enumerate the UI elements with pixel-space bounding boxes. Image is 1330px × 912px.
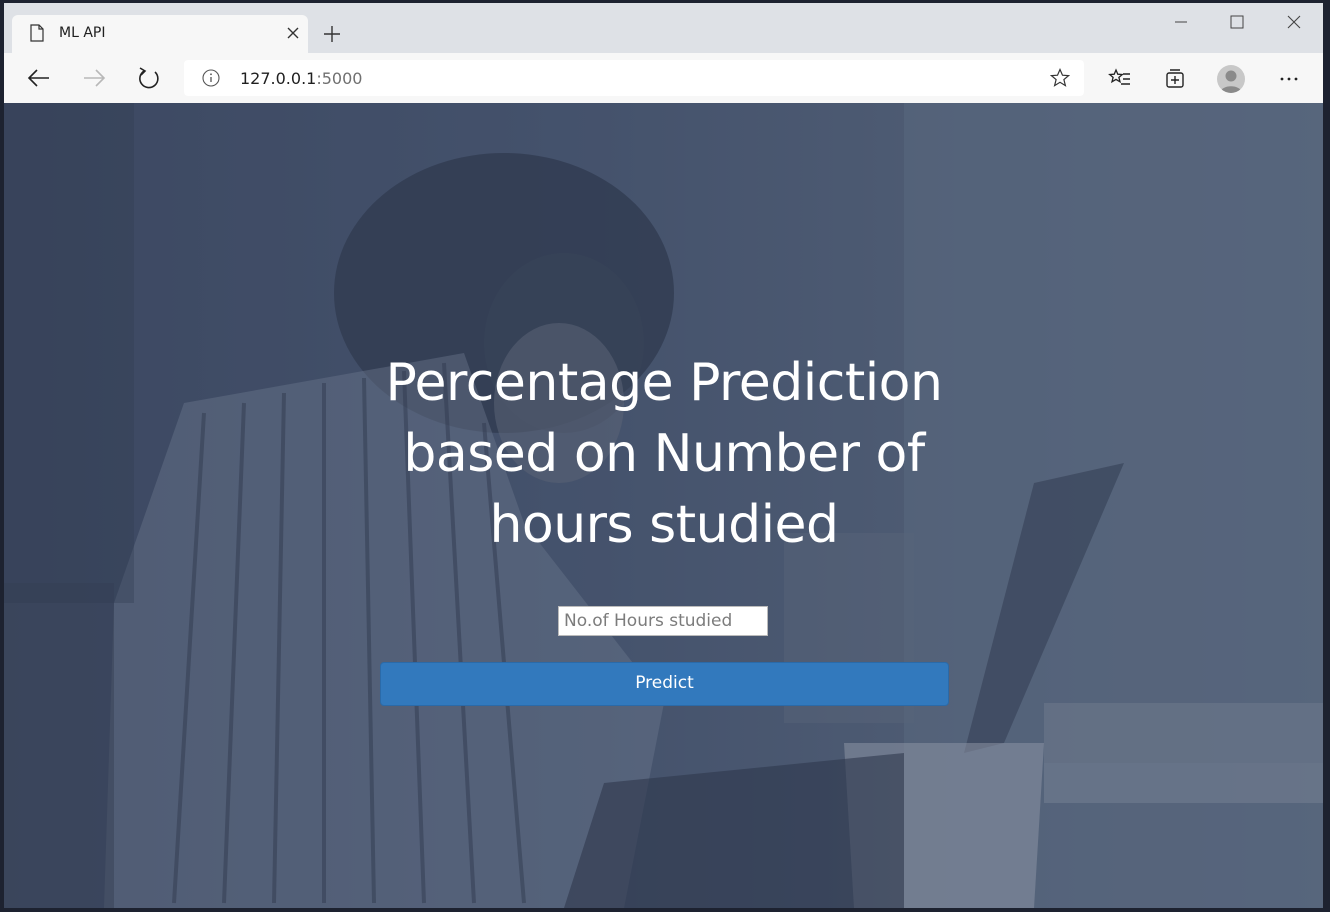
browser-tab[interactable]: ML API <box>12 15 308 53</box>
user-icon <box>1220 70 1242 93</box>
hours-studied-input[interactable] <box>558 606 768 636</box>
url-host: 127.0.0.1 <box>240 69 317 88</box>
address-bar[interactable]: 127.0.0.1:5000 <box>184 60 1084 96</box>
page-heading: Percentage Prediction based on Number of… <box>385 353 943 555</box>
tab-strip: ML API <box>4 3 1323 53</box>
page-content: Percentage Prediction based on Number of… <box>4 103 1323 908</box>
maximize-icon[interactable] <box>1217 9 1257 35</box>
more-options-icon[interactable] <box>1277 67 1301 91</box>
close-window-icon[interactable] <box>1274 9 1314 35</box>
refresh-icon[interactable] <box>136 65 162 91</box>
forward-arrow-icon[interactable] <box>81 65 107 91</box>
page-icon <box>30 24 44 42</box>
favorites-icon[interactable] <box>1108 67 1132 91</box>
url-text[interactable]: 127.0.0.1:5000 <box>240 69 362 88</box>
site-info-icon[interactable] <box>202 69 220 87</box>
browser-window: ML API 127.0.0.1:5000 Percentage Predict… <box>4 3 1323 908</box>
tab-title: ML API <box>59 25 106 41</box>
minimize-icon[interactable] <box>1161 9 1201 35</box>
add-favorite-star-icon[interactable] <box>1050 68 1070 88</box>
predict-button[interactable]: Predict <box>380 662 949 706</box>
url-port: :5000 <box>316 69 363 88</box>
back-arrow-icon[interactable] <box>26 65 52 91</box>
profile-avatar[interactable] <box>1217 65 1245 93</box>
close-tab-icon[interactable] <box>286 26 300 40</box>
collections-icon[interactable] <box>1163 67 1187 91</box>
browser-toolbar: 127.0.0.1:5000 <box>4 53 1323 104</box>
new-tab-icon[interactable] <box>322 24 342 44</box>
